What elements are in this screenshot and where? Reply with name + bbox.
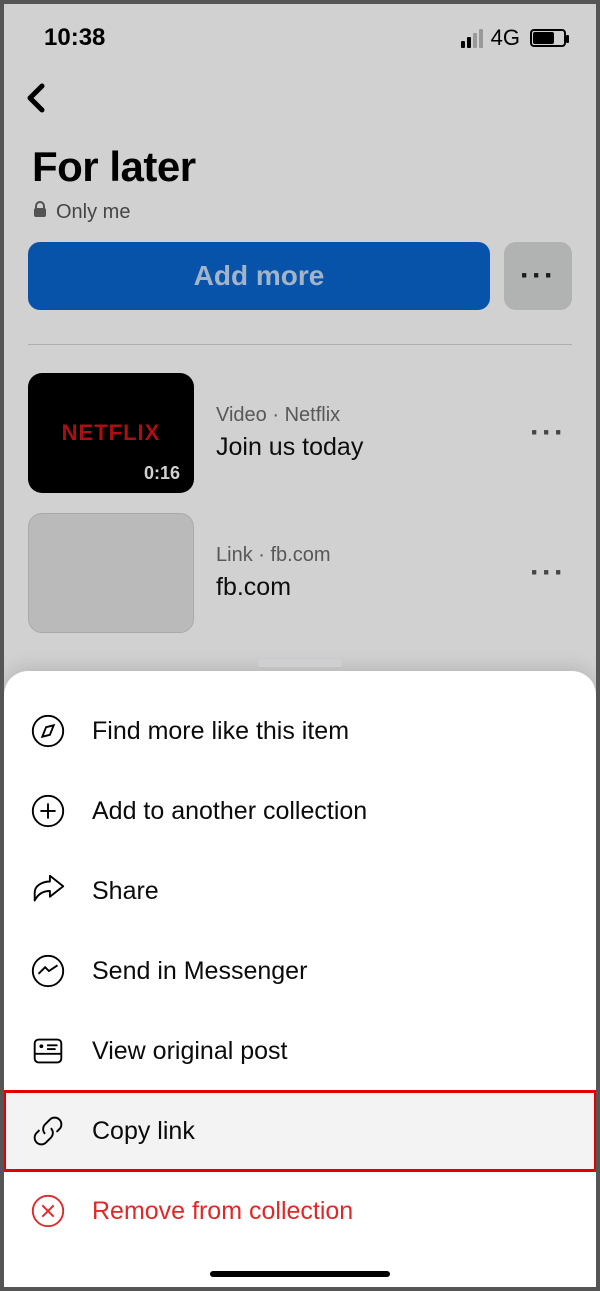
privacy-row: Only me [4, 197, 596, 242]
menu-find-more[interactable]: Find more like this item [4, 691, 596, 771]
menu-label: Add to another collection [92, 797, 367, 826]
video-thumbnail: NETFLIX 0:16 [28, 373, 194, 493]
action-sheet: Find more like this item Add to another … [4, 671, 596, 1287]
add-more-button[interactable]: Add more [28, 242, 490, 310]
compass-icon [28, 711, 68, 751]
status-right: 4G [461, 25, 566, 51]
menu-label: Share [92, 877, 159, 906]
item-more-button[interactable]: ··· [530, 556, 572, 590]
plus-circle-icon [28, 791, 68, 831]
menu-label: Send in Messenger [92, 957, 307, 986]
menu-copy-link[interactable]: Copy link [4, 1091, 596, 1171]
back-button[interactable] [24, 84, 48, 122]
item-meta: Video · Netflix [216, 404, 508, 427]
divider [28, 344, 572, 345]
post-icon [28, 1031, 68, 1071]
item-more-button[interactable]: ··· [530, 416, 572, 450]
status-time: 10:38 [44, 24, 105, 52]
menu-label: Find more like this item [92, 717, 349, 746]
video-duration: 0:16 [136, 460, 188, 487]
saved-item[interactable]: NETFLIX 0:16 Video · Netflix Join us tod… [4, 363, 596, 503]
lock-icon [32, 201, 48, 224]
saved-item[interactable]: Link · fb.com fb.com ··· [4, 503, 596, 643]
thumbnail-logo: NETFLIX [62, 420, 161, 446]
messenger-icon [28, 951, 68, 991]
menu-view-original[interactable]: View original post [4, 1011, 596, 1091]
privacy-label: Only me [56, 201, 130, 224]
item-meta: Link · fb.com [216, 544, 508, 567]
menu-send-messenger[interactable]: Send in Messenger [4, 931, 596, 1011]
remove-circle-icon [28, 1191, 68, 1231]
sheet-drag-handle[interactable] [258, 659, 342, 667]
item-title: Join us today [216, 433, 508, 462]
network-label: 4G [491, 25, 520, 51]
share-arrow-icon [28, 871, 68, 911]
menu-remove[interactable]: Remove from collection [4, 1171, 596, 1251]
home-indicator[interactable] [210, 1271, 390, 1277]
link-thumbnail [28, 513, 194, 633]
menu-label: View original post [92, 1037, 287, 1066]
battery-icon [530, 29, 566, 47]
menu-add-collection[interactable]: Add to another collection [4, 771, 596, 851]
menu-label: Copy link [92, 1117, 195, 1146]
status-bar: 10:38 4G [4, 4, 596, 62]
item-title: fb.com [216, 573, 508, 602]
collection-more-button[interactable]: ··· [504, 242, 572, 310]
page-title: For later [4, 123, 596, 197]
signal-icon [461, 29, 483, 48]
menu-label: Remove from collection [92, 1197, 353, 1226]
menu-share[interactable]: Share [4, 851, 596, 931]
link-icon [28, 1111, 68, 1151]
